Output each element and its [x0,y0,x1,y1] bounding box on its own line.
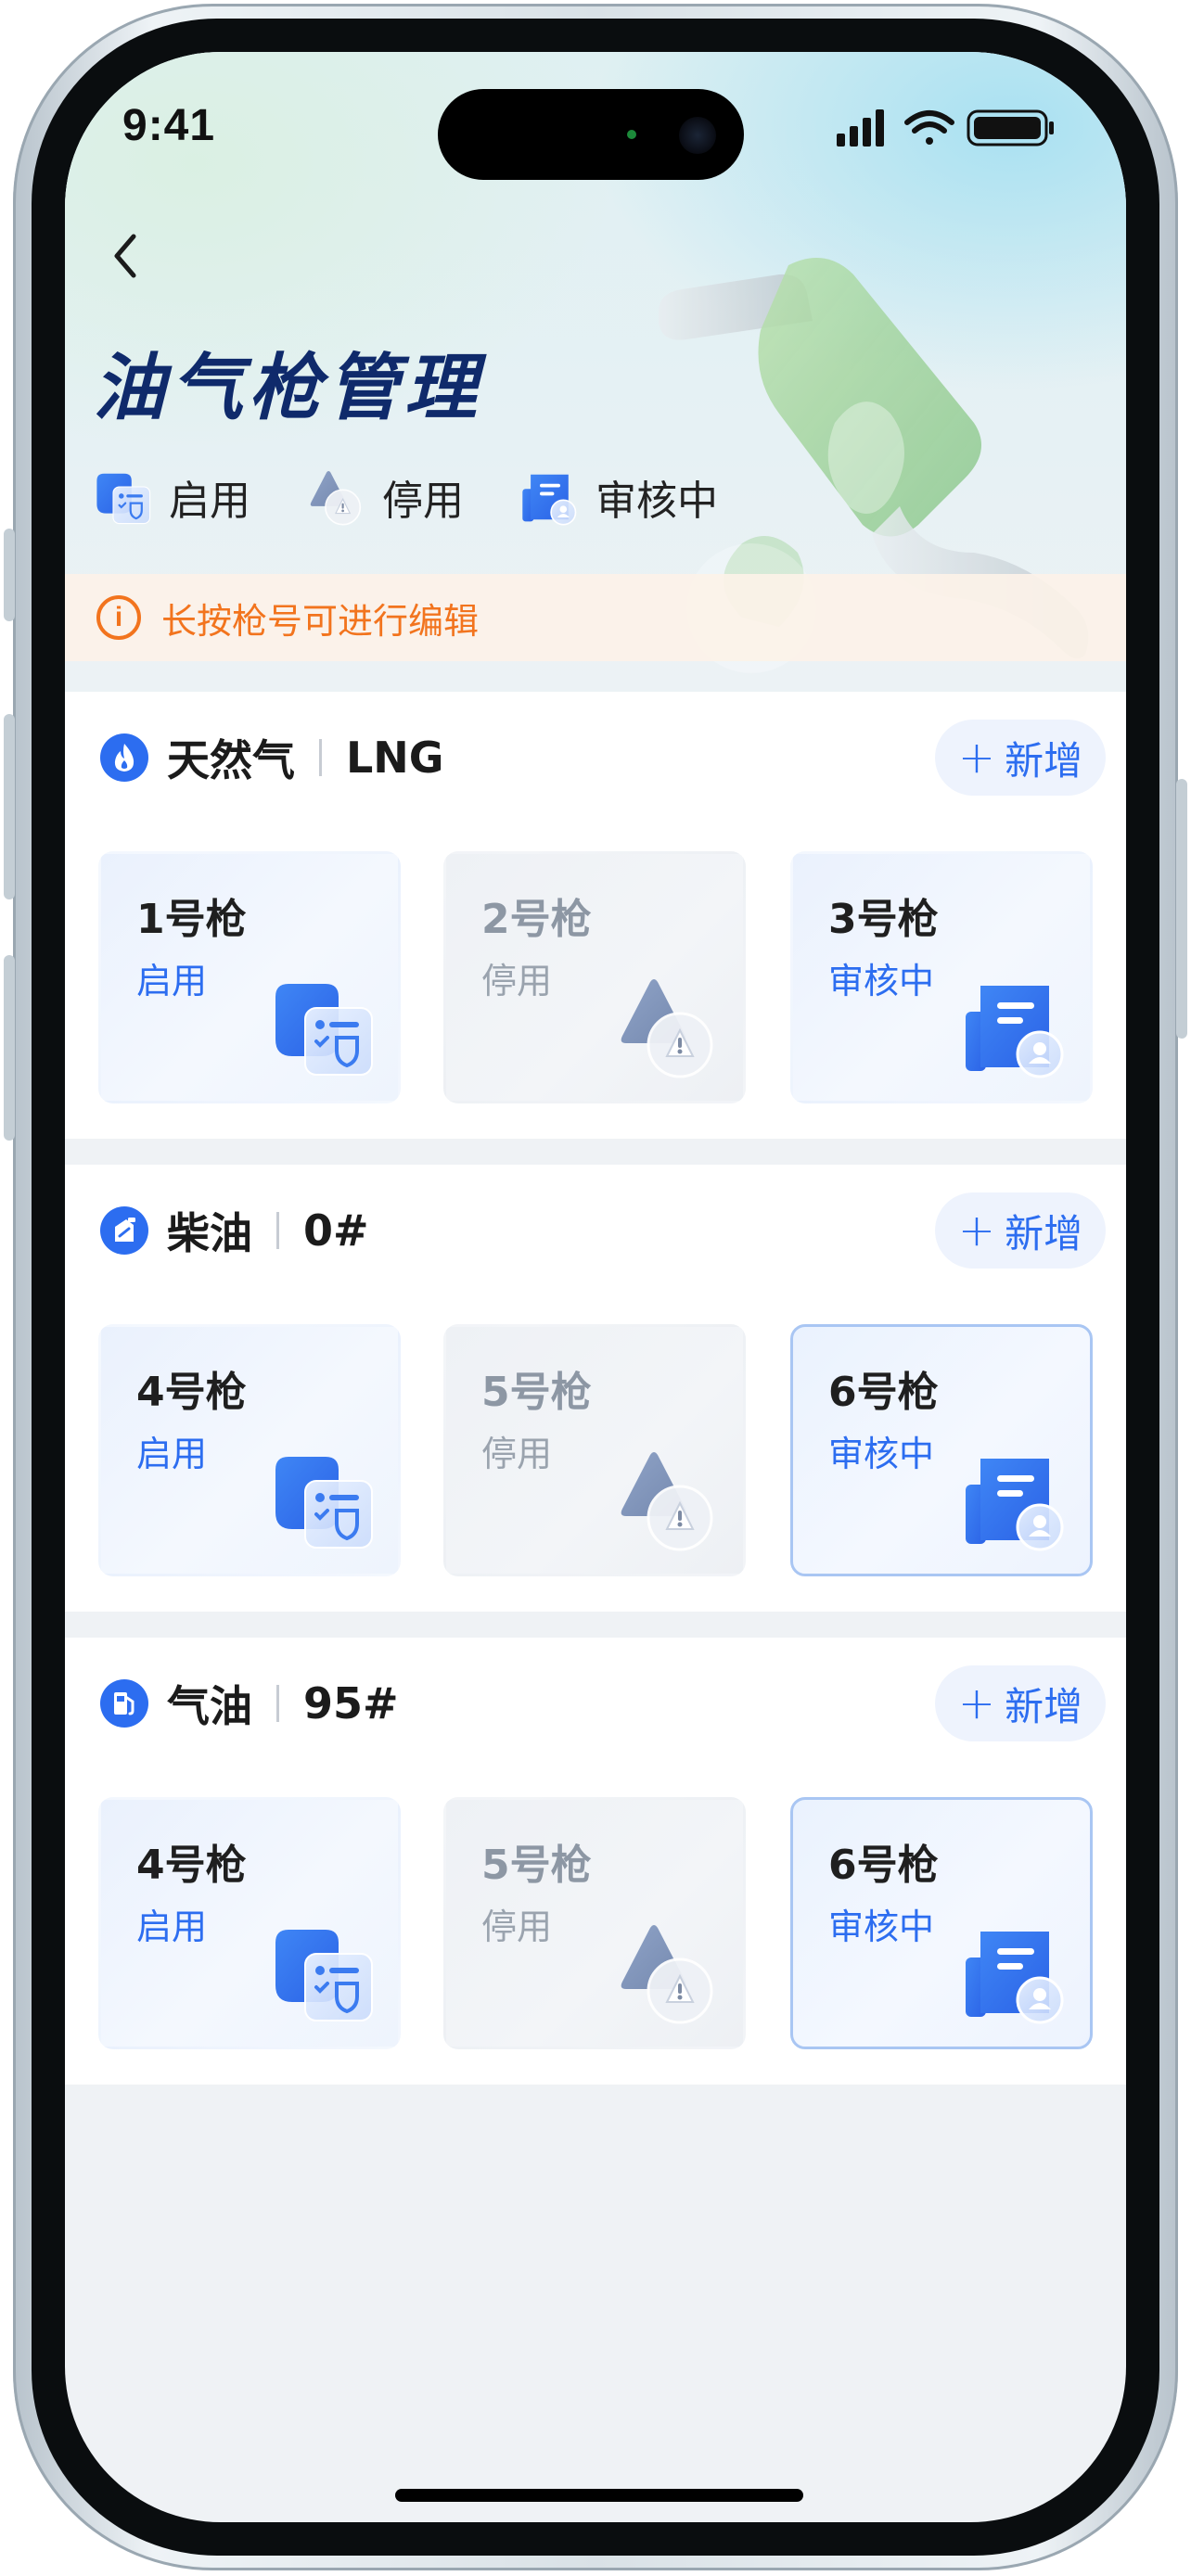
review-status-icon [960,1444,1071,1555]
fuel-type-name: 天然气 [167,735,295,785]
disabled-status-icon [306,466,367,528]
gun-status: 停用 [481,1434,553,1474]
disabled-status-icon [613,1444,724,1555]
status-legend: 启用 停用 审核中 [93,460,774,534]
flame-icon [100,733,148,782]
divider [276,1685,279,1722]
info-icon: i [96,595,141,640]
gun-name: 5号枪 [481,1842,592,1889]
review-status-icon [960,1917,1071,2028]
gun-status: 停用 [481,1906,553,1947]
plus-icon: + [957,732,996,784]
app-screen: 9:41 油气枪管理 启用 停用 审核中 i 长按枪号可进行编辑 天然气 LNG… [65,52,1126,2522]
gun-name: 1号枪 [136,896,247,943]
gun-status: 停用 [481,961,553,1001]
plus-icon: + [957,1677,996,1729]
gun-card-enabled[interactable]: 1号枪 启用 [98,851,401,1103]
disabled-status-icon [613,1917,724,2028]
back-button[interactable] [93,219,158,293]
gun-card-review[interactable]: 3号枪 审核中 [790,851,1093,1103]
fuel-section-gasoline: 气油 95# + 新增 4号枪 启用 5号枪 停用 6号枪 审核中 [65,1638,1126,2085]
gun-card-disabled[interactable]: 2号枪 停用 [443,851,746,1103]
enabled-status-icon [268,1444,379,1555]
enabled-status-icon [268,1917,379,2028]
fuel-code: 0# [303,1205,369,1256]
privacy-indicator-dot [627,130,636,139]
gun-name: 4号枪 [136,1842,247,1889]
dynamic-island [438,89,744,180]
edit-hint-banner: i 长按枪号可进行编辑 [65,574,1126,661]
gun-name: 3号枪 [828,896,939,943]
section-header: 天然气 LNG [100,716,444,799]
cellular-signal-icon [837,109,884,147]
gun-name: 5号枪 [481,1369,592,1416]
gun-card-enabled[interactable]: 4号枪 启用 [98,1324,401,1576]
wifi-icon [904,110,954,145]
side-button-action [4,529,15,621]
gun-card-list: 4号枪 启用 5号枪 停用 6号枪 审核中 [98,1324,1093,1576]
legend-label: 停用 [382,478,464,525]
legend-item-enabled: 启用 [93,466,250,528]
section-header: 气油 95# [100,1662,399,1745]
plus-icon: + [957,1205,996,1256]
review-status-icon [519,466,581,528]
gun-card-review[interactable]: 6号枪 审核中 [790,1324,1093,1576]
fuel-code: LNG [346,733,444,783]
section-header: 柴油 0# [100,1189,369,1272]
review-status-icon [960,971,1071,1082]
home-indicator[interactable] [395,2489,803,2502]
add-button-label: 新增 [1005,737,1083,784]
side-button-volume-down [4,955,15,1141]
chevron-left-icon [114,234,136,278]
add-button-label: 新增 [1005,1210,1083,1256]
status-time: 9:41 [122,101,216,150]
enabled-status-icon [268,971,379,1082]
gun-status: 审核中 [828,1906,935,1947]
gun-name: 4号枪 [136,1369,247,1416]
gun-status: 审核中 [828,1434,935,1474]
gun-card-disabled[interactable]: 5号枪 停用 [443,1797,746,2049]
fuel-code: 95# [303,1678,399,1728]
fuel-section-lng: 天然气 LNG + 新增 1号枪 启用 2号枪 停用 3号枪 审核中 [65,692,1126,1139]
gun-card-list: 1号枪 启用 2号枪 停用 3号枪 审核中 [98,851,1093,1103]
divider [319,739,322,776]
add-gun-button[interactable]: + 新增 [935,1665,1106,1741]
gun-name: 6号枪 [828,1369,939,1416]
gun-card-list: 4号枪 启用 5号枪 停用 6号枪 审核中 [98,1797,1093,2049]
gun-card-enabled[interactable]: 4号枪 启用 [98,1797,401,2049]
fuel-type-name: 气油 [167,1681,252,1731]
gun-status: 审核中 [828,961,935,1001]
gun-card-review[interactable]: 6号枪 审核中 [790,1797,1093,2049]
status-icons [837,109,1054,147]
gun-status: 启用 [136,1906,208,1947]
gun-name: 2号枪 [481,896,592,943]
side-button-power [1176,779,1187,1039]
legend-label: 审核中 [596,478,718,525]
enabled-status-icon [93,466,154,528]
fuel-pump-icon [100,1679,148,1728]
legend-item-disabled: 停用 [306,466,464,528]
gun-name: 6号枪 [828,1842,939,1889]
side-button-volume-up [4,714,15,899]
edit-hint-text: 长按枪号可进行编辑 [161,600,480,642]
gun-status: 启用 [136,1434,208,1474]
page-title: 油气枪管理 [93,347,483,430]
add-gun-button[interactable]: + 新增 [935,720,1106,796]
add-gun-button[interactable]: + 新增 [935,1192,1106,1269]
front-camera [679,117,716,154]
divider [276,1212,279,1249]
fuel-type-name: 柴油 [167,1208,252,1258]
gun-status: 启用 [136,961,208,1001]
disabled-status-icon [613,971,724,1082]
gun-card-disabled[interactable]: 5号枪 停用 [443,1324,746,1576]
fuel-section-diesel: 柴油 0# + 新增 4号枪 启用 5号枪 停用 6号枪 审核中 [65,1165,1126,1612]
legend-label: 启用 [169,478,250,525]
oil-can-icon [100,1206,148,1255]
battery-icon [967,109,1054,147]
legend-item-review: 审核中 [519,466,718,528]
add-button-label: 新增 [1005,1683,1083,1729]
